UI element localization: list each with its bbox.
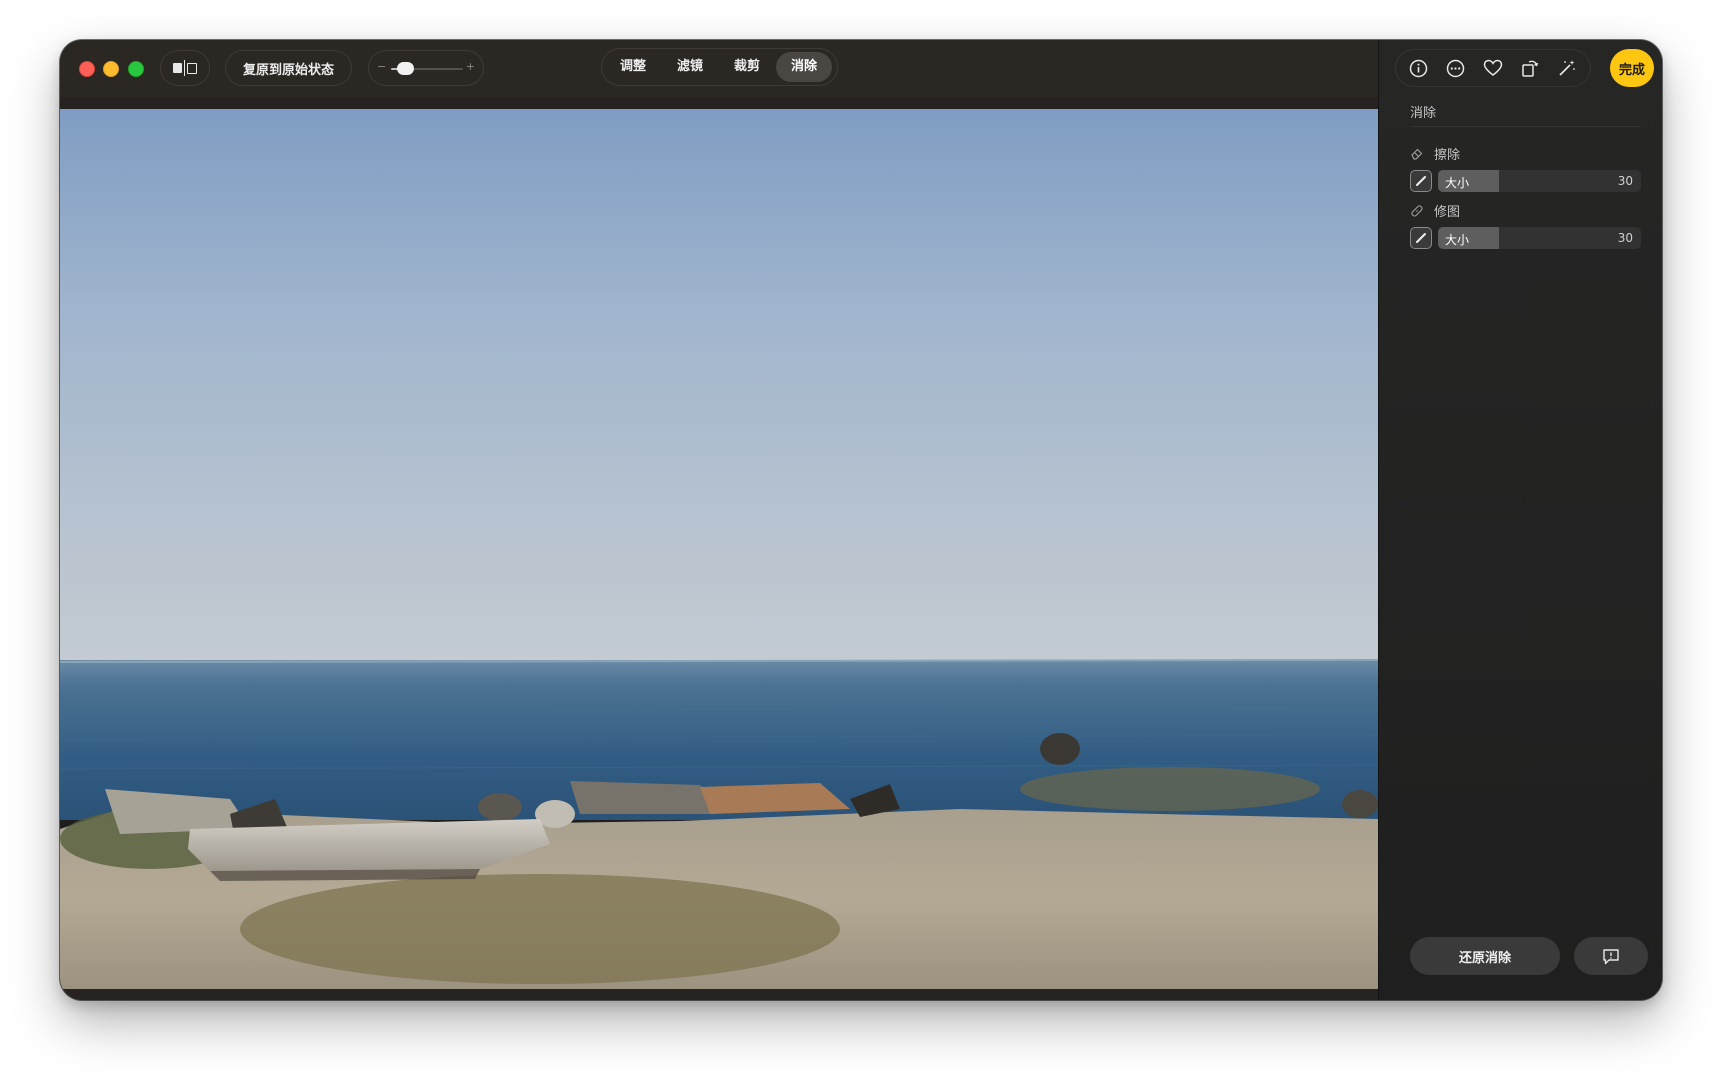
erase-size-row: 大小 30 bbox=[1410, 170, 1641, 192]
panel-title: 消除 bbox=[1410, 106, 1437, 121]
info-icon[interactable] bbox=[1407, 56, 1431, 80]
minimize-window-button[interactable] bbox=[103, 61, 119, 77]
retouch-section-header: 修图 bbox=[1410, 201, 1460, 220]
erase-label: 擦除 bbox=[1434, 148, 1461, 163]
retouch-size-value: 30 bbox=[1617, 231, 1633, 245]
photo-bottom-edge bbox=[60, 989, 1378, 1000]
retouch-label: 修图 bbox=[1434, 205, 1461, 220]
edit-mode-tabs: 调整 滤镜 裁剪 消除 bbox=[601, 48, 838, 86]
tab-clean-up[interactable]: 消除 bbox=[776, 52, 833, 82]
retouch-size-label: 大小 bbox=[1445, 233, 1470, 247]
panel-divider bbox=[1410, 126, 1640, 127]
photos-window: 复原到原始状态 − + 调整 滤镜 裁剪 消除 完成 消除 擦除 大小 30 修… bbox=[60, 40, 1662, 1000]
compare-icon bbox=[172, 60, 198, 76]
heart-icon[interactable] bbox=[1481, 56, 1505, 80]
clean-up-panel: 完成 消除 擦除 大小 30 修图 大小 30 还原消除 bbox=[1378, 40, 1662, 1000]
tab-adjust[interactable]: 调整 bbox=[605, 52, 661, 82]
brush-icon bbox=[1416, 233, 1426, 243]
tab-filters[interactable]: 滤镜 bbox=[662, 52, 718, 82]
bandage-icon bbox=[1411, 204, 1423, 217]
brush-icon bbox=[1416, 176, 1426, 186]
tab-crop[interactable]: 裁剪 bbox=[719, 52, 775, 82]
feedback-button[interactable] bbox=[1574, 937, 1648, 975]
close-window-button[interactable] bbox=[79, 61, 95, 77]
erase-size-slider[interactable]: 大小 30 bbox=[1438, 170, 1641, 192]
eraser-icon bbox=[1411, 148, 1423, 160]
zoom-control: − + bbox=[368, 50, 484, 86]
panel-toolbar bbox=[1395, 49, 1591, 87]
erase-size-value: 30 bbox=[1617, 174, 1633, 188]
feedback-icon bbox=[1603, 948, 1619, 964]
rotate-icon[interactable] bbox=[1518, 56, 1542, 80]
revert-clean-up-button[interactable]: 还原消除 bbox=[1410, 937, 1560, 975]
zoom-in-icon[interactable]: + bbox=[466, 60, 475, 73]
revert-clean-up-label: 还原消除 bbox=[1458, 950, 1511, 966]
retouch-size-slider[interactable]: 大小 30 bbox=[1438, 227, 1641, 249]
toolbar-divider bbox=[60, 97, 1378, 109]
erase-section-header: 擦除 bbox=[1410, 144, 1460, 163]
compare-toggle-button[interactable] bbox=[160, 50, 210, 86]
erase-brush-button[interactable] bbox=[1410, 170, 1432, 192]
retouch-size-row: 大小 30 bbox=[1410, 227, 1641, 249]
zoom-window-button[interactable] bbox=[128, 61, 144, 77]
photo-canvas[interactable] bbox=[60, 109, 1378, 989]
seascape-photo bbox=[60, 109, 1378, 989]
toolbar: 复原到原始状态 − + 调整 滤镜 裁剪 消除 bbox=[60, 40, 1378, 97]
retouch-brush-button[interactable] bbox=[1410, 227, 1432, 249]
more-icon[interactable] bbox=[1444, 56, 1468, 80]
zoom-out-icon[interactable]: − bbox=[377, 60, 386, 73]
revert-to-original-button[interactable]: 复原到原始状态 bbox=[225, 50, 352, 86]
done-button[interactable]: 完成 bbox=[1610, 49, 1654, 87]
magic-wand-icon[interactable] bbox=[1555, 56, 1579, 80]
zoom-slider-knob[interactable] bbox=[397, 62, 414, 75]
erase-size-label: 大小 bbox=[1445, 176, 1470, 190]
revert-to-original-label: 复原到原始状态 bbox=[242, 62, 334, 78]
